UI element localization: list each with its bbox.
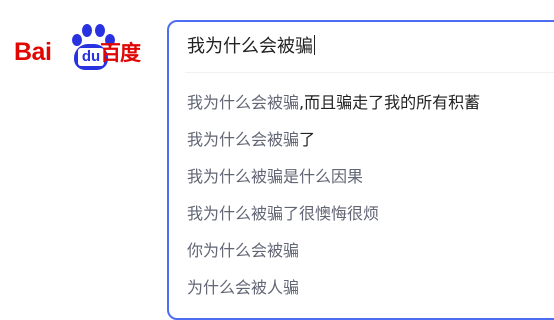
search-input[interactable]: 我为什么会被骗	[187, 35, 315, 59]
search-input-value: 我为什么会被骗	[187, 36, 313, 57]
logo-text-bai: Bai	[14, 38, 52, 66]
suggestion-prefix: 我为什么被骗了很懊悔很烦	[187, 204, 380, 223]
suggestion-item[interactable]: 你为什么会被骗	[187, 232, 480, 269]
suggestion-item[interactable]: 我为什么会被骗,而且骗走了我的所有积蓄	[187, 84, 480, 121]
suggestion-item[interactable]: 为什么会被人骗	[187, 269, 480, 306]
dropdown-divider	[185, 72, 554, 73]
suggestion-prefix: 我为什么会被骗	[187, 93, 300, 112]
suggestion-prefix: 我为什么被骗是什么因果	[187, 167, 364, 186]
suggestion-prefix: 为什么会被人骗	[187, 278, 300, 297]
baidu-logo[interactable]: Bai du 百度	[14, 20, 154, 76]
suggestion-prefix: 你为什么会被骗	[187, 241, 300, 260]
search-box: 我为什么会被骗 我为什么会被骗,而且骗走了我的所有积蓄 我为什么会被骗了 我为什…	[167, 20, 554, 320]
suggestion-item[interactable]: 我为什么被骗是什么因果	[187, 158, 480, 195]
suggestion-item[interactable]: 我为什么被骗了很懊悔很烦	[187, 195, 480, 232]
suggestion-prefix: 我为什么会被骗	[187, 130, 300, 149]
logo-text-chinese: 百度	[100, 41, 141, 65]
search-input-row[interactable]: 我为什么会被骗	[169, 22, 554, 72]
suggestion-rest: 了	[299, 130, 316, 149]
suggestion-rest: ,而且骗走了我的所有积蓄	[299, 93, 481, 112]
suggestion-list: 我为什么会被骗,而且骗走了我的所有积蓄 我为什么会被骗了 我为什么被骗是什么因果…	[187, 84, 480, 306]
suggestion-item[interactable]: 我为什么会被骗了	[187, 121, 480, 158]
text-caret	[314, 35, 315, 55]
